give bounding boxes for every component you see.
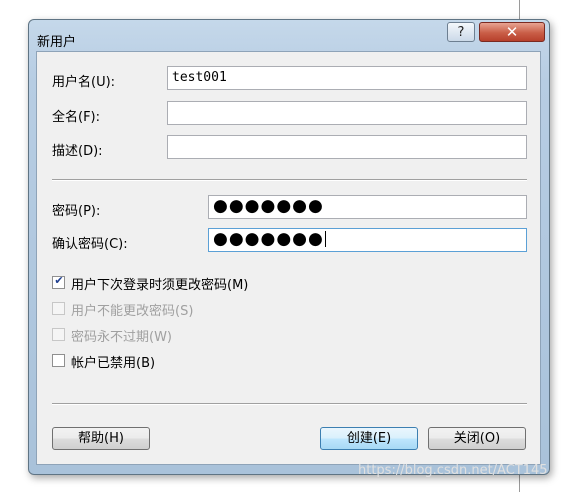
password-never-expires-label[interactable]: 密码永不过期(W) — [71, 326, 172, 345]
must-change-password-label[interactable]: 用户下次登录时须更改密码(M) — [71, 274, 248, 293]
close-button[interactable]: 关闭(O) — [428, 427, 526, 450]
separator — [52, 403, 527, 405]
confirm-password-value: ●●●●●●● — [213, 229, 324, 249]
help-icon[interactable]: ? — [447, 22, 475, 42]
check-icon: ✔ — [54, 274, 64, 287]
title-bar[interactable]: 新用户 ? ✕ — [29, 20, 549, 50]
new-user-dialog: 新用户 ? ✕ 用户名(U): test001 全名(F): 描述(D): 密码… — [28, 19, 550, 475]
confirm-password-field[interactable]: ●●●●●●● — [208, 228, 527, 252]
dialog-title: 新用户 — [37, 35, 77, 50]
help-button[interactable]: 帮助(H) — [52, 427, 150, 450]
username-field[interactable]: test001 — [167, 66, 527, 90]
description-label: 描述(D): — [52, 144, 103, 159]
close-icon[interactable]: ✕ — [479, 22, 545, 42]
password-field[interactable]: ●●●●●●● — [208, 195, 527, 219]
text-caret — [324, 231, 326, 247]
password-label: 密码(P): — [52, 204, 101, 219]
must-change-password-checkbox[interactable]: ✔ — [52, 274, 65, 289]
description-field[interactable] — [167, 135, 527, 159]
dialog-body: 用户名(U): test001 全名(F): 描述(D): 密码(P): ●●●… — [36, 51, 541, 465]
fullname-field[interactable] — [167, 101, 527, 125]
create-button[interactable]: 创建(E) — [320, 427, 418, 450]
account-disabled-checkbox[interactable] — [52, 354, 65, 367]
fullname-label: 全名(F): — [52, 110, 101, 125]
password-never-expires-checkbox[interactable] — [52, 328, 65, 341]
account-disabled-label[interactable]: 帐户已禁用(B) — [71, 352, 155, 371]
confirm-password-label: 确认密码(C): — [52, 237, 128, 252]
separator — [52, 179, 527, 181]
watermark: https://blog.csdn.net/ACT145 — [358, 463, 548, 478]
cannot-change-password-checkbox[interactable] — [52, 302, 65, 315]
cannot-change-password-label[interactable]: 用户不能更改密码(S) — [71, 300, 193, 319]
username-label: 用户名(U): — [52, 75, 116, 90]
